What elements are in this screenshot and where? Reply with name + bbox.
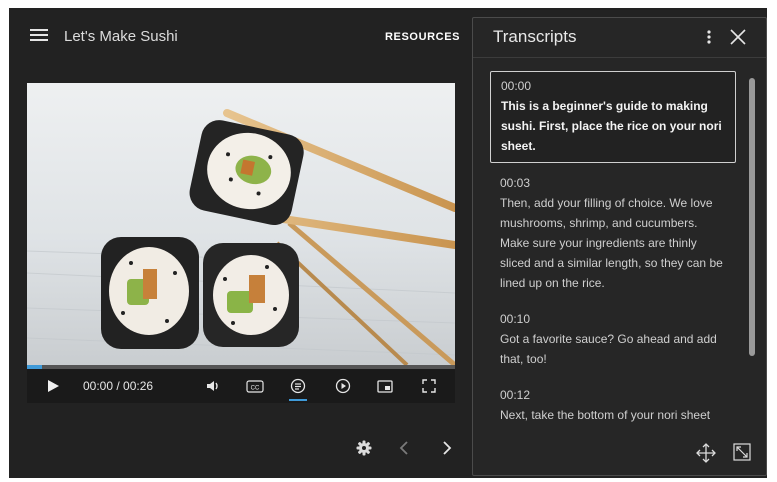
transcript-list[interactable]: 00:00 This is a beginner's guide to maki…	[490, 71, 742, 423]
playback-speed-button[interactable]	[331, 369, 355, 403]
cue-text: Got a favorite sauce? Go ahead and add t…	[500, 332, 717, 366]
cc-label: CC	[251, 385, 260, 391]
gear-icon	[356, 440, 372, 456]
resources-link[interactable]: RESOURCES	[385, 31, 460, 43]
transcript-toggle-button[interactable]	[285, 369, 311, 403]
move-panel-button[interactable]	[695, 442, 717, 464]
volume-button[interactable]	[201, 369, 225, 403]
cue-time: 00:12	[500, 388, 531, 402]
player-header: Let's Make Sushi RESOURCES	[9, 8, 469, 64]
cue-text: This is a beginner's guide to making sus…	[501, 99, 722, 153]
transcript-panel-title: Transcripts	[493, 27, 577, 46]
expand-panel-button[interactable]	[732, 442, 752, 462]
previous-button[interactable]	[392, 433, 416, 463]
settings-button[interactable]	[352, 433, 376, 463]
sushi-course-player: Let's Make Sushi RESOURCES 00:00 / 00:26…	[9, 8, 767, 478]
transcript-cue[interactable]: 00:12 Next, take the bottom of your nori…	[490, 381, 736, 423]
transcript-cue-active[interactable]: 00:00 This is a beginner's guide to maki…	[490, 71, 736, 163]
transcript-panel-header: Transcripts	[473, 18, 766, 58]
transcript-close-button[interactable]	[727, 26, 749, 48]
cue-time: 00:10	[500, 312, 531, 326]
volume-icon	[207, 381, 218, 391]
transcript-cue[interactable]: 00:10 Got a favorite sauce? Go ahead and…	[490, 305, 736, 375]
play-icon	[48, 380, 59, 392]
chevron-left-icon	[399, 441, 408, 455]
cue-text: Then, add your filling of choice. We lov…	[500, 196, 723, 290]
play-button[interactable]	[41, 369, 65, 403]
transcript-cue[interactable]: 00:03 Then, add your filling of choice. …	[490, 169, 736, 299]
fullscreen-button[interactable]	[417, 369, 441, 403]
picture-in-picture-icon	[377, 379, 393, 393]
closed-captions-button[interactable]: CC	[243, 369, 267, 403]
video-controls: 00:00 / 00:26 CC	[27, 369, 455, 403]
transcript-panel: Transcripts 00:00 This is a beginner's g…	[472, 17, 767, 476]
time-separator: /	[113, 379, 124, 393]
fullscreen-icon	[422, 379, 436, 393]
next-button[interactable]	[435, 433, 459, 463]
hamburger-menu-icon[interactable]	[30, 28, 48, 42]
playback-speed-icon	[335, 378, 351, 394]
duration: 00:26	[123, 379, 154, 393]
video-frame[interactable]	[27, 83, 455, 365]
transcript-icon	[290, 378, 306, 394]
closed-captions-icon: CC	[246, 379, 264, 393]
move-icon	[696, 443, 716, 463]
course-title: Let's Make Sushi	[64, 28, 178, 45]
expand-icon	[733, 443, 751, 461]
picture-in-picture-button[interactable]	[373, 369, 397, 403]
transcript-scrollbar[interactable]	[749, 78, 755, 356]
more-vertical-icon	[707, 30, 711, 44]
chevron-right-icon	[443, 441, 452, 455]
transcript-more-options-button[interactable]	[699, 26, 719, 48]
close-icon	[730, 29, 746, 45]
cue-time: 00:03	[500, 176, 531, 190]
transcript-active-indicator	[289, 399, 307, 401]
current-time: 00:00	[83, 379, 114, 393]
sushi-video-image	[27, 83, 455, 365]
time-display: 00:00 / 00:26	[83, 379, 153, 393]
cue-time: 00:00	[501, 79, 532, 93]
cue-text: Next, take the bottom of your nori sheet…	[500, 408, 711, 422]
